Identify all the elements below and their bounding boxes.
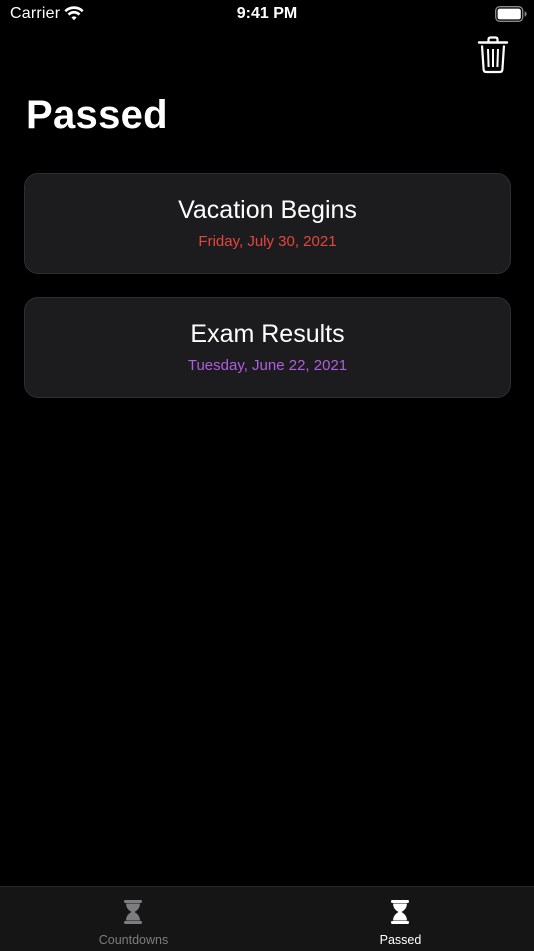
status-bar: Carrier 9:41 PM	[0, 0, 534, 30]
event-list: Vacation Begins Friday, July 30, 2021 Ex…	[24, 173, 511, 421]
hourglass-icon	[124, 900, 142, 924]
tab-bar: Countdowns Passed	[0, 886, 534, 951]
event-card[interactable]: Vacation Begins Friday, July 30, 2021	[24, 173, 511, 274]
page-title: Passed	[26, 93, 168, 137]
event-date: Friday, July 30, 2021	[198, 233, 337, 250]
event-title: Vacation Begins	[178, 196, 357, 224]
event-card[interactable]: Exam Results Tuesday, June 22, 2021	[24, 297, 511, 398]
tab-countdowns[interactable]: Countdowns	[0, 887, 267, 951]
tab-label: Countdowns	[98, 933, 169, 947]
battery-icon	[495, 6, 527, 22]
trash-icon[interactable]	[476, 36, 510, 74]
hourglass-icon	[391, 900, 409, 924]
event-date: Tuesday, June 22, 2021	[187, 357, 348, 374]
event-title: Exam Results	[190, 320, 345, 348]
clock: 9:41 PM	[236, 5, 298, 22]
tab-label: Passed	[379, 933, 422, 947]
tab-passed[interactable]: Passed	[267, 887, 534, 951]
